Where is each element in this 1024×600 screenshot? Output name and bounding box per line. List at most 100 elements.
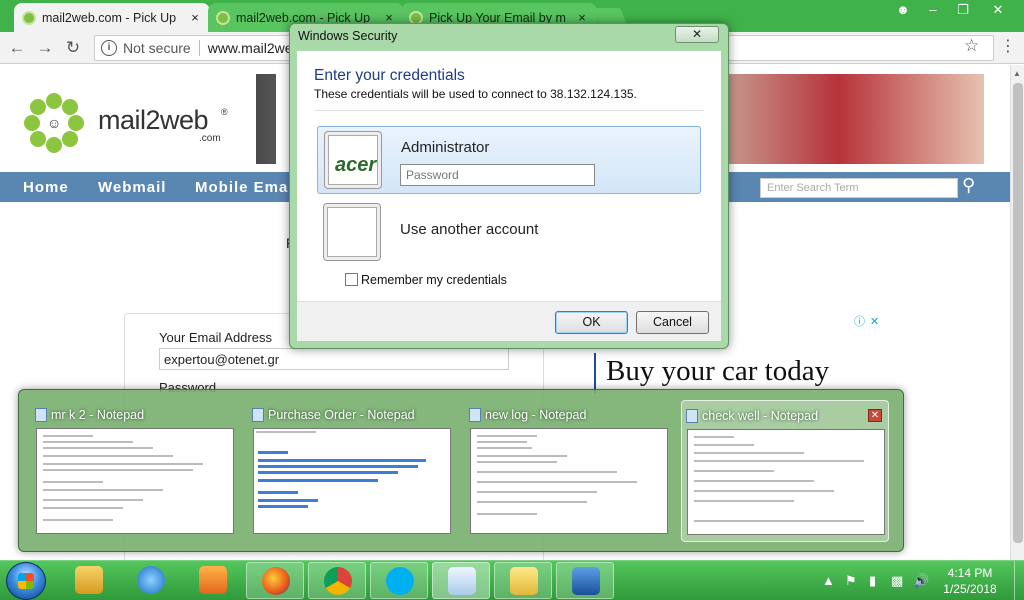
taskbar-remote-desktop-files[interactable] xyxy=(494,562,552,599)
documents-icon xyxy=(510,567,538,595)
close-thumbnail-icon[interactable]: ✕ xyxy=(868,409,882,422)
forward-icon[interactable]: → xyxy=(34,37,56,59)
nav-mobile-email[interactable]: Mobile Email xyxy=(195,179,299,196)
scrollbar-thumb[interactable] xyxy=(1013,83,1023,543)
dialog-title: Windows Security xyxy=(298,29,398,43)
back-icon[interactable]: ← xyxy=(6,37,28,59)
dialog-body: Enter your credentials These credentials… xyxy=(297,51,721,301)
ad-controls: ⓘ ✕ xyxy=(852,313,884,329)
action-center-icon[interactable]: ⚑ xyxy=(845,573,857,589)
taskbar-explorer[interactable] xyxy=(60,562,118,599)
thumbnail-preview xyxy=(36,428,234,534)
mail2web-logo[interactable]: ☺ mail2web ® .com xyxy=(24,93,228,155)
skype-icon xyxy=(386,567,414,595)
thumbnail-preview xyxy=(687,429,885,535)
thumbnail-notepad-1[interactable]: mr k 2 - Notepad xyxy=(31,400,239,542)
mail2web-favicon-icon xyxy=(22,11,36,25)
divider xyxy=(198,40,200,56)
nav-home[interactable]: Home xyxy=(23,179,69,196)
menu-icon[interactable]: ⋮ xyxy=(1000,36,1016,56)
tab-title: mail2web.com - Pick Up xyxy=(42,10,177,25)
thumbnail-notepad-4[interactable]: check well - Notepad ✕ xyxy=(681,400,889,542)
dialog-heading: Enter your credentials xyxy=(314,67,465,84)
notepad-icon xyxy=(686,409,698,423)
email-field[interactable]: expertou@otenet.gr xyxy=(159,348,509,370)
windows-taskbar: ▲ ⚑ ▮ ▩ 🔊 4:14 PM 1/25/2018 xyxy=(0,560,1024,600)
show-hidden-icons-icon[interactable]: ▲ xyxy=(822,573,835,588)
thumbnail-title: new log - Notepad xyxy=(485,408,587,422)
account-name: Administrator xyxy=(401,139,490,156)
site-info-icon[interactable]: i xyxy=(101,40,117,56)
taskbar-thumbnail-popup: mr k 2 - Notepad Purchase Order - Notepa… xyxy=(18,389,904,552)
taskbar-chrome[interactable] xyxy=(308,562,366,599)
dialog-subtitle: These credentials will be used to connec… xyxy=(314,87,637,101)
remote-desktop-icon xyxy=(572,567,600,595)
taskbar-notepad[interactable] xyxy=(432,562,490,599)
bookmark-star-icon[interactable]: ☆ xyxy=(964,36,979,56)
taskbar-firefox[interactable] xyxy=(246,562,304,599)
ad-info-icon[interactable]: ⓘ xyxy=(852,315,867,330)
minimize-icon[interactable]: – xyxy=(918,0,948,20)
battery-icon[interactable]: ▮ xyxy=(869,573,876,589)
taskbar-remote-desktop[interactable] xyxy=(556,562,614,599)
browser-tab-1[interactable]: mail2web.com - Pick Up × xyxy=(14,3,210,32)
logo-registered: ® xyxy=(221,107,228,117)
remember-credentials-checkbox[interactable] xyxy=(345,273,358,286)
password-input[interactable]: Password xyxy=(400,164,595,186)
account-tile-other[interactable]: Use another account xyxy=(317,199,701,267)
dialog-footer: OK Cancel xyxy=(297,301,721,341)
taskbar-clock[interactable]: 4:14 PM 1/25/2018 xyxy=(935,565,1005,597)
thumbnail-notepad-3[interactable]: new log - Notepad xyxy=(465,400,673,542)
logo-com: .com xyxy=(199,133,221,144)
email-label: Your Email Address xyxy=(159,330,272,345)
media-player-icon xyxy=(199,566,227,594)
account-avatar: acer xyxy=(324,131,382,189)
user-profile-icon[interactable]: ☻ xyxy=(888,0,918,20)
acer-logo: acer xyxy=(335,154,377,176)
account-tile-administrator[interactable]: acer Administrator Password xyxy=(317,126,701,194)
thumbnail-notepad-2[interactable]: Purchase Order - Notepad xyxy=(248,400,456,542)
search-icon[interactable]: ⚲ xyxy=(962,175,975,196)
page-scrollbar[interactable]: ▲ xyxy=(1010,65,1024,560)
reload-icon[interactable]: ↻ xyxy=(62,37,84,59)
notepad-icon xyxy=(469,408,481,422)
taskbar-ie[interactable] xyxy=(122,562,180,599)
ad-close-icon[interactable]: ✕ xyxy=(867,315,882,330)
folder-icon xyxy=(75,566,103,594)
ad-accent-bar xyxy=(594,353,596,393)
chrome-icon xyxy=(324,567,352,595)
close-tab-icon[interactable]: × xyxy=(188,10,202,25)
volume-icon[interactable]: 🔊 xyxy=(913,573,929,589)
start-button[interactable] xyxy=(6,562,46,600)
thumbnail-preview xyxy=(253,428,451,534)
windows-security-dialog: Windows Security ✕ Enter your credential… xyxy=(289,23,729,349)
remember-credentials-label[interactable]: Remember my credentials xyxy=(361,273,507,287)
thumbnail-title: mr k 2 - Notepad xyxy=(51,408,145,422)
system-tray: ▲ ⚑ ▮ ▩ 🔊 4:14 PM 1/25/2018 xyxy=(815,561,1024,600)
cancel-button[interactable]: Cancel xyxy=(636,311,709,334)
clock-date: 1/25/2018 xyxy=(943,582,997,596)
ok-button[interactable]: OK xyxy=(555,311,628,334)
thumbnail-title: check well - Notepad xyxy=(702,409,819,423)
taskbar-skype[interactable] xyxy=(370,562,428,599)
dialog-close-button[interactable]: ✕ xyxy=(675,26,719,43)
notepad-icon xyxy=(448,567,476,595)
restore-icon[interactable]: ❐ xyxy=(948,0,978,20)
show-desktop-button[interactable] xyxy=(1014,561,1024,600)
notepad-icon xyxy=(35,408,47,422)
nav-webmail[interactable]: Webmail xyxy=(98,179,166,196)
security-label: Not secure xyxy=(123,40,191,56)
blank-avatar xyxy=(323,203,381,261)
mail2web-favicon-icon xyxy=(216,11,230,25)
network-icon[interactable]: ▩ xyxy=(891,573,903,589)
taskbar-media-player[interactable] xyxy=(184,562,242,599)
close-window-icon[interactable]: ✕ xyxy=(978,0,1018,20)
scroll-up-icon[interactable]: ▲ xyxy=(1013,69,1021,78)
divider xyxy=(314,110,704,111)
clock-time: 4:14 PM xyxy=(947,566,993,580)
notepad-icon xyxy=(252,408,264,422)
site-search-input[interactable]: Enter Search Term xyxy=(760,178,958,198)
ad-title[interactable]: Buy your car today xyxy=(606,355,829,388)
other-account-label: Use another account xyxy=(400,221,539,238)
firefox-icon xyxy=(262,567,290,595)
